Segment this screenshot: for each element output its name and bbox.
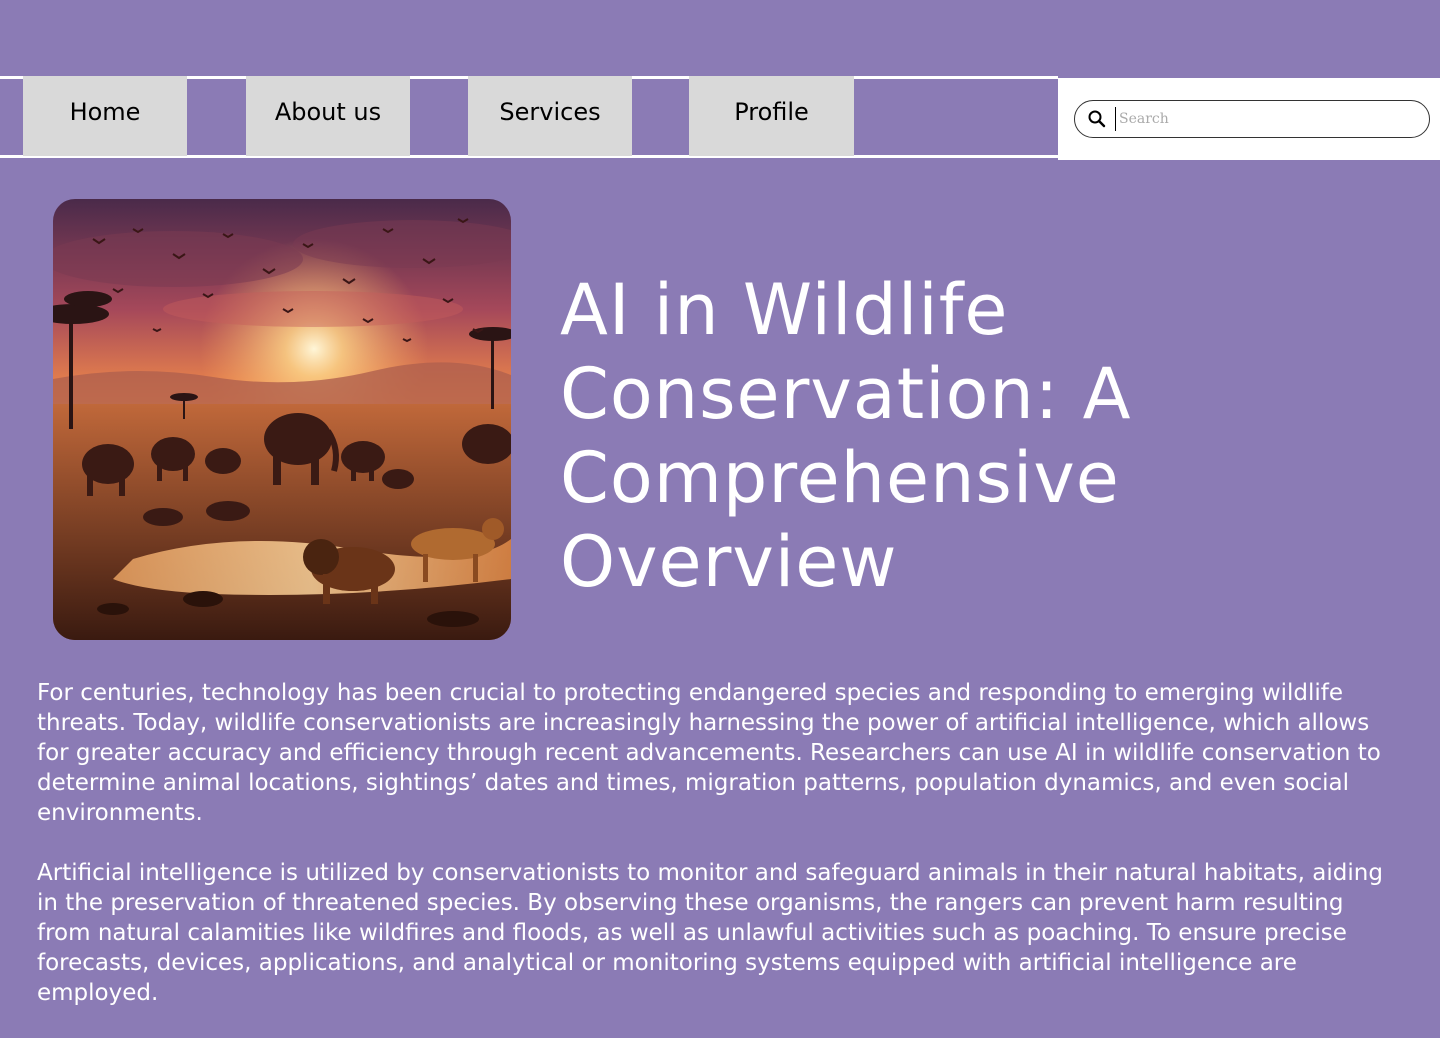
search-panel	[1058, 78, 1440, 160]
page-title: AI in Wildlife Conservation: A Comprehen…	[560, 269, 1132, 603]
hero-image	[53, 199, 511, 640]
search-icon[interactable]	[1087, 109, 1107, 129]
article-paragraph: Artificial intelligence is utilized by c…	[37, 860, 1383, 1006]
nav-profile[interactable]: Profile	[689, 76, 854, 156]
nav-about-us[interactable]: About us	[246, 76, 410, 156]
article-body: For centuries, technology has been cruci…	[37, 678, 1397, 1038]
nav-services[interactable]: Services	[468, 76, 632, 156]
search-box[interactable]	[1074, 100, 1430, 138]
article-paragraph: For centuries, technology has been cruci…	[37, 680, 1381, 826]
search-input[interactable]	[1115, 107, 1419, 131]
nav-home[interactable]: Home	[23, 76, 187, 156]
